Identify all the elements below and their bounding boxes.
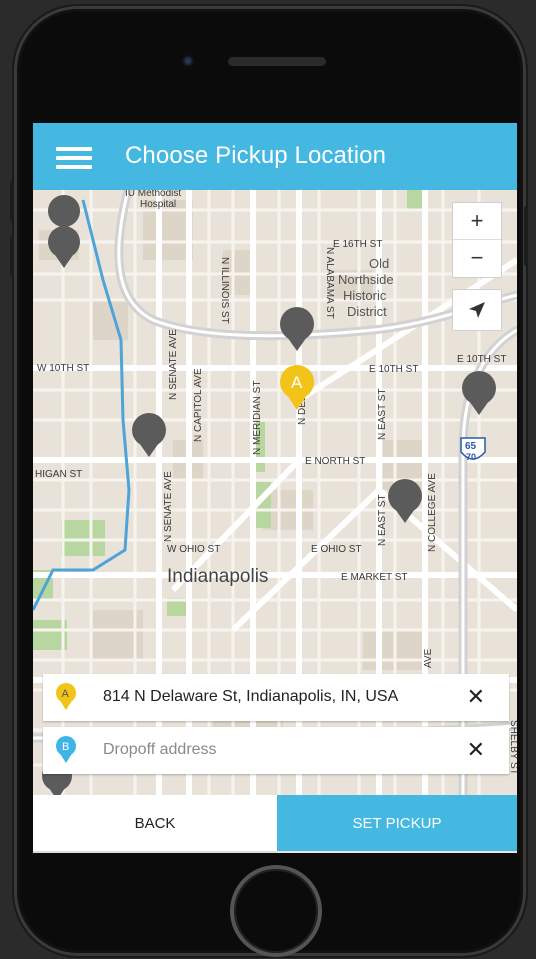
- map-label-hwy: 65: [465, 441, 477, 452]
- zoom-out-button[interactable]: −: [453, 240, 501, 276]
- map-label-n-east-top: N EAST ST: [377, 389, 388, 441]
- map-label-n-alabama: N ALABAMA ST: [324, 247, 335, 319]
- pickup-marker-label: A: [62, 688, 70, 700]
- map-label-e-ohio: E OHIO ST: [311, 544, 362, 555]
- map-label-e10th-right: E 10TH ST: [457, 354, 506, 365]
- hamburger-menu-icon[interactable]: [56, 147, 92, 169]
- map-label-e16th: E 16TH ST: [333, 239, 382, 250]
- map-label-old3: Historic: [343, 288, 387, 303]
- locate-me-button[interactable]: [452, 289, 502, 331]
- map-label-hospital-1: IU Methodist: [125, 190, 181, 199]
- zoom-control: + −: [452, 202, 502, 278]
- back-button[interactable]: BACK: [33, 795, 277, 853]
- close-icon[interactable]: ✕: [467, 684, 485, 710]
- front-camera: [180, 53, 196, 69]
- map-label-old1: Old: [369, 256, 389, 271]
- app-screen: Choose Pickup Location IU Methodist Hosp…: [33, 123, 517, 853]
- map-label-hwy2: 70: [466, 452, 476, 462]
- bottom-action-bar: BACK SET PICKUP: [33, 795, 517, 853]
- dropoff-marker-icon: B: [56, 736, 76, 763]
- map-label-n-meridian: N MERIDIAN ST: [252, 381, 263, 455]
- dropoff-marker-label: B: [62, 741, 69, 753]
- pickup-address-row[interactable]: A 814 N Delaware St, Indianapolis, IN, U…: [43, 674, 509, 721]
- pickup-address-field[interactable]: 814 N Delaware St, Indianapolis, IN, USA: [103, 688, 398, 706]
- map-label-n-illinois: N ILLINOIS ST: [219, 257, 230, 324]
- close-icon[interactable]: ✕: [467, 737, 485, 763]
- phone-power-button: [524, 206, 528, 266]
- pickup-marker-icon: A: [56, 683, 76, 710]
- earpiece-speaker: [228, 57, 326, 66]
- phone-volume-button: [10, 236, 14, 276]
- page-title: Choose Pickup Location: [125, 142, 387, 169]
- app-bar: Choose Pickup Location: [33, 123, 517, 190]
- phone-volume-button: [10, 181, 14, 221]
- map-label-hospital-2: Hospital: [140, 199, 176, 210]
- map-label-old4: District: [347, 304, 387, 319]
- navigation-arrow-icon: [469, 302, 485, 318]
- dropoff-address-field[interactable]: Dropoff address: [103, 741, 217, 759]
- dropoff-address-row[interactable]: B Dropoff address ✕: [43, 727, 509, 774]
- map-label-n-senate-bottom: N SENATE AVE: [163, 471, 174, 542]
- zoom-in-button[interactable]: +: [453, 203, 501, 240]
- map-label-n-senate-top: N SENATE AVE: [168, 329, 179, 400]
- map-label-w-ohio: W OHIO ST: [167, 544, 220, 555]
- map-label-n-capitol: N CAPITOL AVE: [193, 368, 204, 442]
- map-label-ave: AVE: [423, 648, 434, 668]
- home-button[interactable]: [234, 869, 318, 953]
- map-label-old2: Northside: [338, 272, 394, 287]
- map-label-n-east-bottom: N EAST ST: [377, 495, 388, 547]
- map-label-shelby: SHELBY ST: [508, 720, 517, 775]
- map-label-city: Indianapolis: [167, 566, 268, 587]
- map-label-n-college: N COLLEGE AVE: [427, 473, 438, 552]
- map-label-e-north: E NORTH ST: [305, 456, 365, 467]
- pickup-pin-label: A: [291, 373, 303, 392]
- map-label-e-market: E MARKET ST: [341, 572, 408, 583]
- map-label-w10th: W 10TH ST: [37, 363, 89, 374]
- set-pickup-button[interactable]: SET PICKUP: [277, 795, 517, 851]
- map-label-e10th: E 10TH ST: [369, 364, 418, 375]
- map-label-michigan: HIGAN ST: [35, 469, 82, 480]
